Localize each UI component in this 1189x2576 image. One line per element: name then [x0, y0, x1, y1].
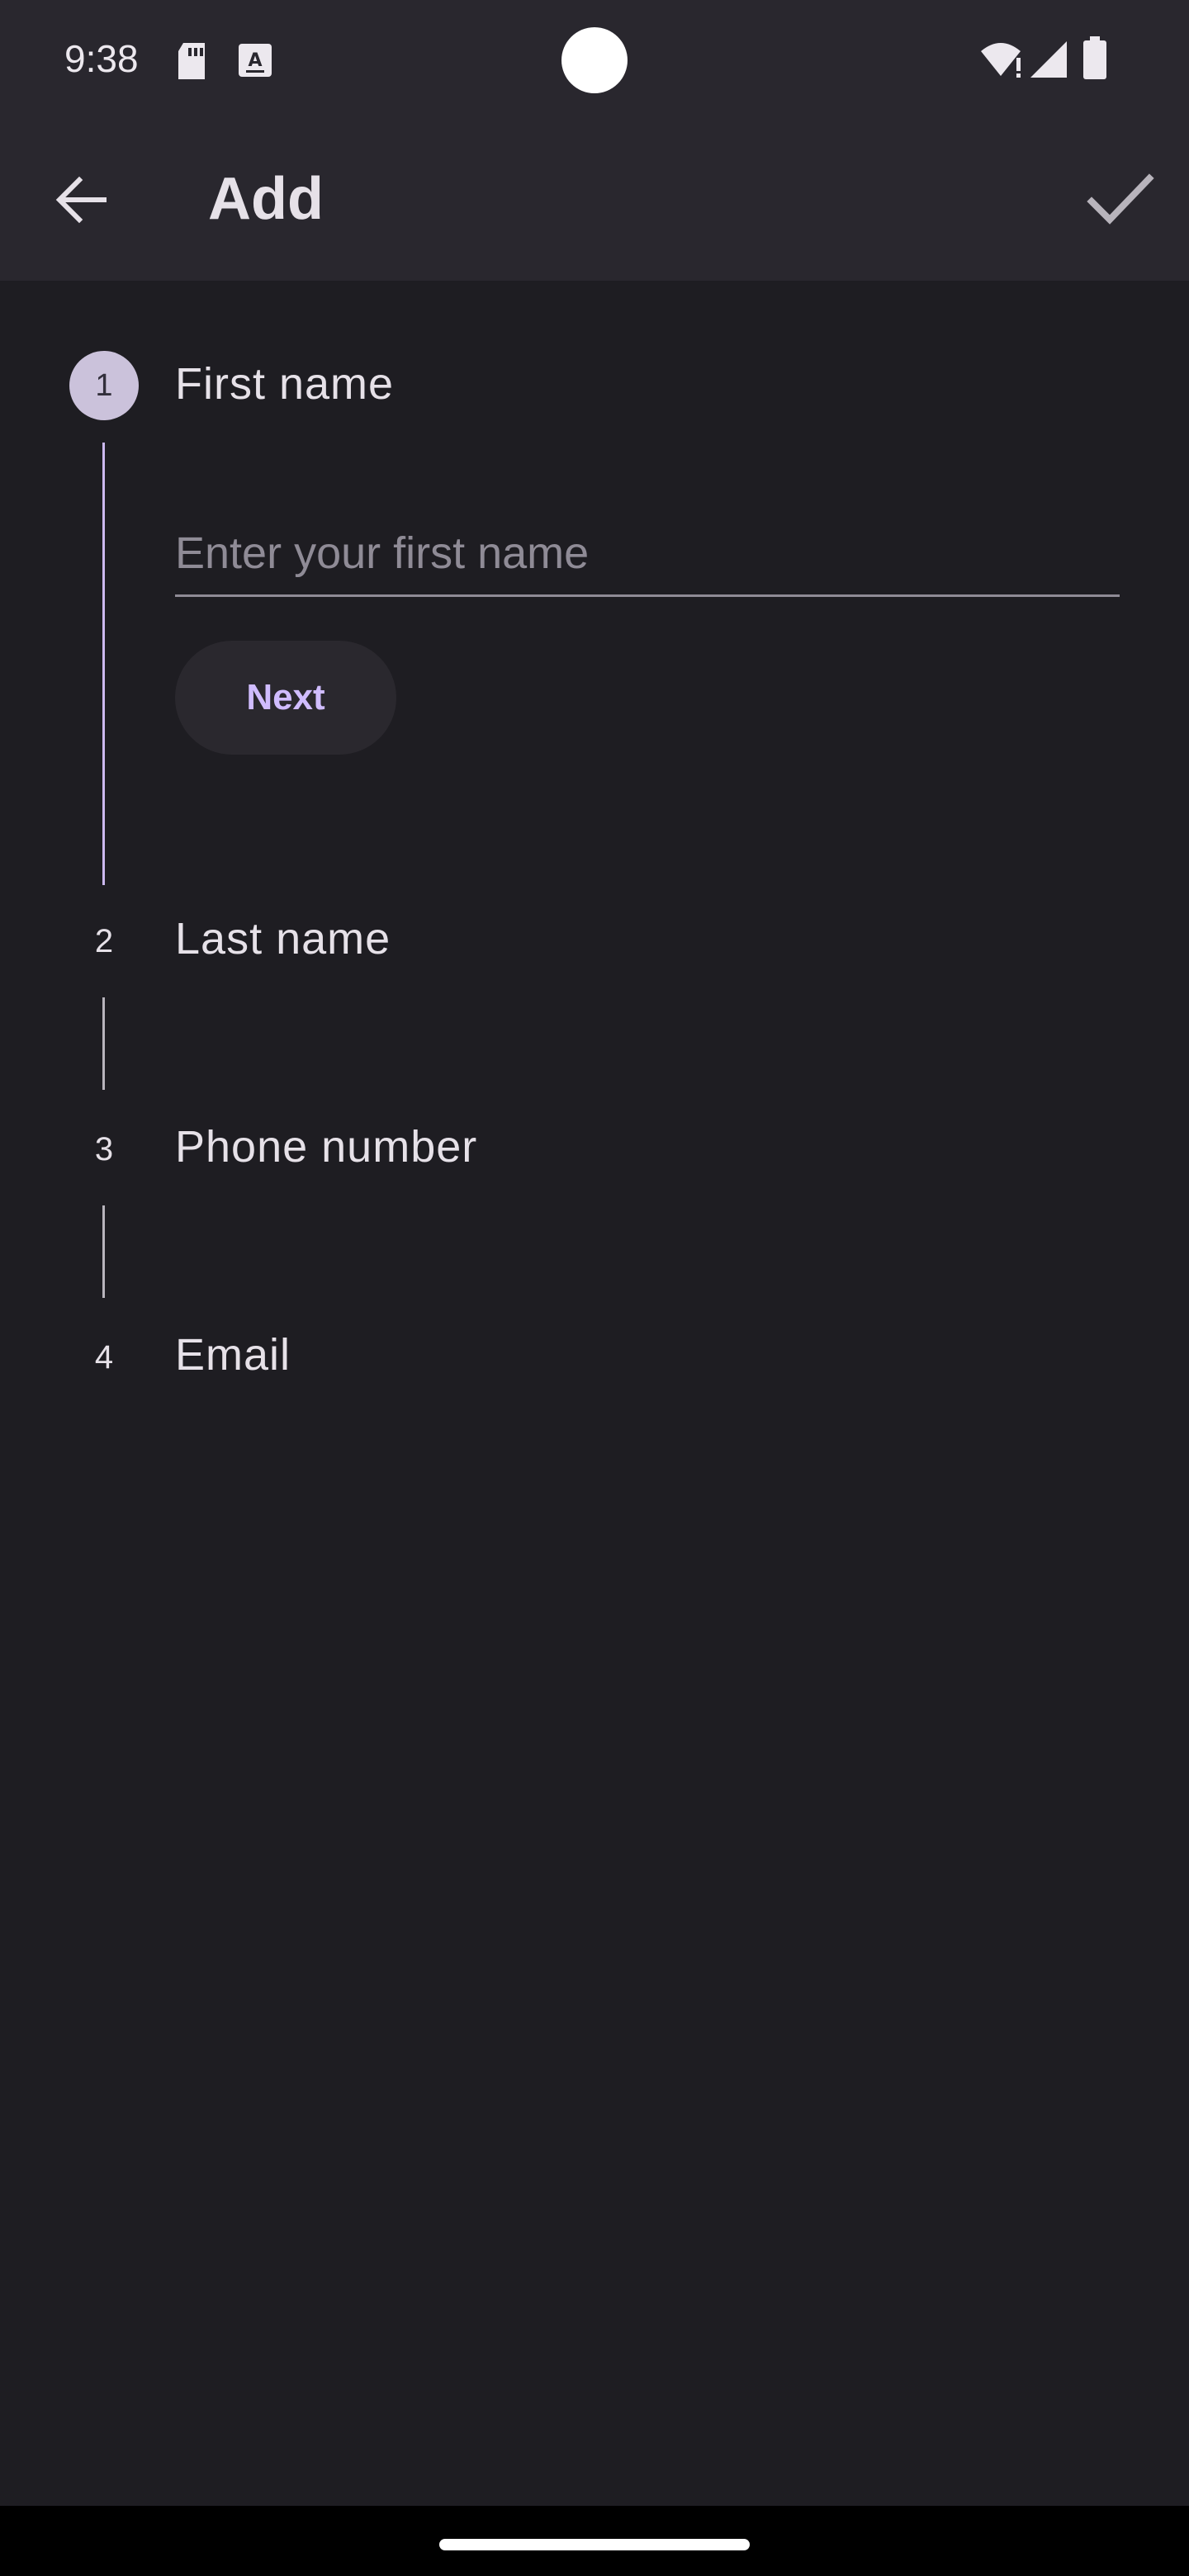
back-button[interactable] — [46, 163, 119, 236]
step-2-title[interactable]: Last name — [175, 913, 391, 964]
next-button[interactable]: Next — [175, 641, 396, 755]
sd-card-icon — [178, 43, 205, 79]
status-bar: 9:38 A — [0, 0, 1189, 122]
wifi-alert-icon — [981, 43, 1021, 78]
svg-text:A: A — [248, 50, 262, 71]
confirm-button[interactable] — [1078, 159, 1161, 241]
status-time: 9:38 — [64, 37, 139, 80]
a-box-icon: A — [239, 44, 272, 77]
step-3-number[interactable]: 3 — [69, 1131, 139, 1168]
navigation-bar — [0, 2506, 1189, 2576]
battery-icon — [1083, 36, 1106, 79]
gesture-handle[interactable] — [439, 2539, 750, 2550]
top-app-bar: Add — [0, 122, 1189, 281]
page-title: Add — [208, 166, 324, 232]
camera-cutout — [561, 27, 628, 93]
first-name-field[interactable] — [175, 512, 1120, 597]
first-name-input[interactable] — [175, 512, 1120, 594]
step-1-title[interactable]: First name — [175, 358, 394, 410]
step-3-title[interactable]: Phone number — [175, 1121, 477, 1172]
step-1-connector — [102, 443, 105, 885]
step-4-title[interactable]: Email — [175, 1329, 291, 1380]
step-2-number[interactable]: 2 — [69, 923, 139, 960]
step-1-indicator[interactable]: 1 — [69, 351, 139, 420]
stepper: 1 First name Next 2 Last name 3 Phone nu… — [0, 281, 1189, 2506]
step-4-number[interactable]: 4 — [69, 1339, 139, 1376]
check-icon — [1087, 173, 1154, 225]
step-2-connector — [102, 997, 105, 1090]
arrow-left-icon — [55, 176, 107, 224]
signal-icon — [1030, 41, 1067, 78]
step-3-connector — [102, 1205, 105, 1298]
